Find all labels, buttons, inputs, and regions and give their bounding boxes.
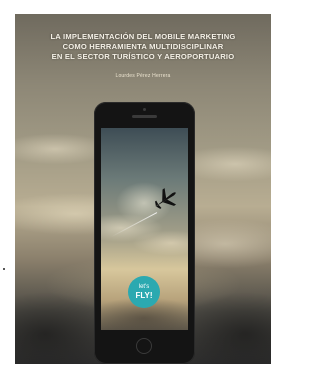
page-edge-mark	[3, 268, 5, 270]
author-name: Lourdes Pérez Herrera	[115, 73, 171, 79]
book-title: LA IMPLEMENTACIÓN DEL MOBILE MARKETING C…	[21, 32, 265, 62]
lets-fly-badge: let's FLY!	[128, 276, 160, 308]
badge-text-small: let's	[138, 284, 150, 290]
title-line-1: LA IMPLEMENTACIÓN DEL MOBILE MARKETING	[50, 32, 236, 41]
phone-home-button	[136, 338, 152, 354]
airplane-icon	[155, 188, 177, 209]
phone-screen: let's FLY!	[101, 128, 188, 330]
book-cover: LA IMPLEMENTACIÓN DEL MOBILE MARKETING C…	[15, 14, 271, 364]
smartphone-illustration: let's FLY!	[94, 102, 195, 364]
phone-camera	[143, 108, 146, 111]
phone-speaker	[132, 115, 157, 118]
title-line-3: EN EL SECTOR TURÍSTICO Y AEROPORTUARIO	[51, 52, 235, 61]
title-line-2: COMO HERRAMIENTA MULTIDISCIPLINAR	[62, 42, 224, 51]
badge-text-large: FLY!	[135, 291, 153, 300]
